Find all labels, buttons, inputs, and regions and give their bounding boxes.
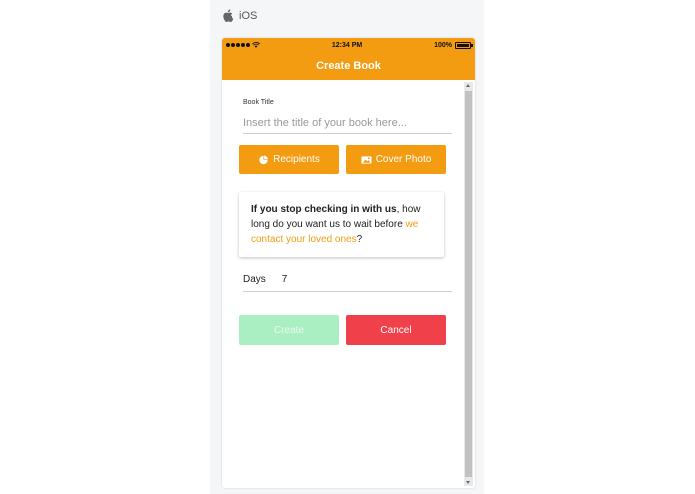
scrollbar-thumb[interactable]	[465, 91, 472, 477]
pie-chart-icon	[259, 155, 269, 164]
days-field[interactable]: Days 7	[243, 268, 452, 292]
info-card: If you stop checking in with us, how lon…	[239, 192, 444, 257]
book-title-input[interactable]	[243, 112, 452, 134]
days-value[interactable]: 7	[282, 274, 288, 285]
status-bar: 12:34 PM 100%	[222, 38, 475, 52]
preview-frame: iOS 12:34 PM 100% Create Book Book Title	[210, 0, 484, 494]
cover-photo-label: Cover Photo	[375, 154, 432, 165]
days-label: Days	[243, 274, 266, 285]
signal-group	[226, 42, 260, 48]
scroll-down-icon[interactable]	[466, 481, 470, 484]
signal-dots-icon	[226, 43, 250, 47]
cancel-button[interactable]: Cancel	[346, 315, 446, 345]
platform-label: iOS	[222, 9, 257, 22]
info-bold: If you stop checking in with us	[251, 204, 397, 215]
form-content: Book Title Recipients Cover Photo	[222, 80, 462, 488]
create-button[interactable]: Create	[239, 315, 339, 345]
status-time: 12:34 PM	[331, 41, 363, 49]
nav-bar: Create Book	[222, 52, 475, 80]
book-title-label: Book Title	[243, 99, 274, 106]
battery-group: 100%	[434, 41, 473, 49]
wifi-icon	[252, 42, 260, 48]
page-title: Create Book	[316, 60, 381, 72]
recipients-label: Recipients	[273, 154, 320, 165]
cover-photo-button[interactable]: Cover Photo	[346, 145, 446, 174]
apple-icon	[223, 9, 233, 22]
scrollbar[interactable]	[464, 82, 473, 486]
info-end: ?	[356, 234, 363, 245]
phone-screen: 12:34 PM 100% Create Book Book Title Rec…	[222, 38, 475, 488]
recipients-button[interactable]: Recipients	[239, 145, 339, 174]
image-icon	[361, 155, 372, 164]
battery-icon	[454, 41, 473, 49]
platform-text: iOS	[239, 9, 258, 22]
battery-percent: 100%	[434, 41, 452, 49]
scroll-up-icon[interactable]	[466, 84, 470, 87]
